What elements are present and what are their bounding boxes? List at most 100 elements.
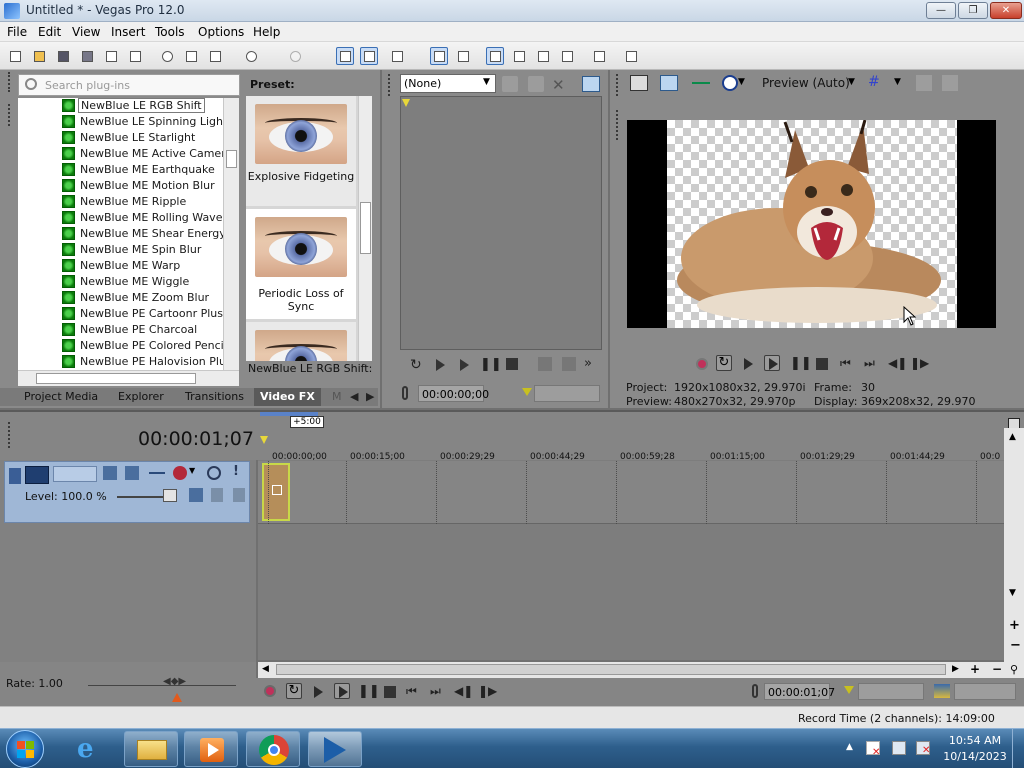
maximize-button[interactable]: ❐ xyxy=(958,2,988,19)
play-from-start-icon[interactable] xyxy=(310,684,326,700)
undo-icon[interactable] xyxy=(242,47,260,65)
auto-ripple-icon[interactable] xyxy=(430,47,448,65)
menu-view[interactable]: View xyxy=(72,25,100,39)
stop-icon[interactable] xyxy=(506,358,518,370)
save-icon[interactable] xyxy=(54,47,72,65)
lock-envelopes-icon[interactable] xyxy=(454,47,472,65)
menu-edit[interactable]: Edit xyxy=(38,25,61,39)
mute-icon[interactable] xyxy=(207,466,221,480)
plugin-tree-item[interactable]: NewBlue LE Starlight xyxy=(18,130,223,146)
plugin-tree-item[interactable]: NewBlue PE Colored Pencil xyxy=(18,338,223,354)
record-icon[interactable] xyxy=(264,685,276,697)
solo-icon[interactable]: ! xyxy=(233,464,239,479)
plugin-tree-item[interactable]: NewBlue PE Charcoal xyxy=(18,322,223,338)
zoom-in-h-icon[interactable]: + xyxy=(970,662,980,676)
overlays-icon[interactable]: # xyxy=(868,74,880,90)
plugin-tree-item[interactable]: NewBlue ME Zoom Blur xyxy=(18,290,223,306)
rate-slider[interactable] xyxy=(88,685,236,686)
cut-icon[interactable] xyxy=(158,47,176,65)
loop-playback-button[interactable]: ↻ xyxy=(716,355,732,371)
pause-icon[interactable]: ❚❚ xyxy=(358,684,380,700)
tab-more[interactable]: M xyxy=(332,390,342,403)
tab-explorer[interactable]: Explorer xyxy=(118,390,164,403)
play-from-start-icon[interactable] xyxy=(432,357,448,373)
media-player-taskbar-icon[interactable] xyxy=(184,731,238,767)
monitor-icon[interactable] xyxy=(582,76,600,92)
trimmer-dropdown[interactable]: (None) ▼ xyxy=(400,74,496,93)
track-envelope-icon[interactable] xyxy=(149,472,165,486)
mark-in-icon[interactable] xyxy=(538,357,552,371)
plugin-tree-item[interactable]: NewBlue ME Ripple xyxy=(18,194,223,210)
play-button[interactable] xyxy=(334,683,350,699)
add-to-trimmer-icon[interactable] xyxy=(502,76,518,92)
go-to-start-icon[interactable]: ⏮ xyxy=(840,356,856,372)
internet-explorer-taskbar-icon[interactable]: e xyxy=(64,731,118,767)
plugin-tree-item[interactable]: NewBlue LE Spinning Light xyxy=(18,114,223,130)
scroll-right-icon[interactable]: ▶ xyxy=(952,664,959,674)
scroll-down-icon[interactable]: ▼ xyxy=(1009,588,1016,598)
clock-date[interactable]: 10/14/2023 xyxy=(940,750,1010,763)
plugin-tree-scrollbar[interactable] xyxy=(223,98,239,370)
pause-icon[interactable]: ❚❚ xyxy=(790,356,812,372)
video-event-clip[interactable] xyxy=(262,463,290,521)
auto-crossfade-icon[interactable] xyxy=(510,47,528,65)
minimize-button[interactable]: — xyxy=(926,2,956,19)
plugin-tree-item[interactable]: NewBlue ME Wiggle xyxy=(18,274,223,290)
tab-project-media[interactable]: Project Media xyxy=(24,390,98,403)
track-fx-icon[interactable] xyxy=(173,466,187,480)
plugin-tree-item[interactable]: NewBlue ME Motion Blur xyxy=(18,178,223,194)
zoom-out-h-icon[interactable]: − xyxy=(992,662,1002,676)
track-minimize-icon[interactable] xyxy=(9,468,21,484)
network-icon[interactable] xyxy=(892,741,906,755)
tab-transitions[interactable]: Transitions xyxy=(185,390,244,403)
selection-tool-icon[interactable] xyxy=(388,47,406,65)
play-button[interactable] xyxy=(764,355,780,371)
record-icon[interactable] xyxy=(696,358,708,370)
external-monitor-icon[interactable] xyxy=(660,75,678,91)
event-pan-crop-icon[interactable] xyxy=(272,485,282,495)
preset-list[interactable]: Explosive Fidgeting Periodic Loss of Syn… xyxy=(246,96,358,361)
menu-tools[interactable]: Tools xyxy=(155,25,185,39)
preview-quality-dropdown[interactable]: Preview (Auto) xyxy=(762,76,850,90)
pin-icon[interactable] xyxy=(528,76,544,92)
timeline-hscrollbar[interactable]: ◀ ▶ + − ⚲ xyxy=(258,662,1024,678)
properties-icon[interactable] xyxy=(126,47,144,65)
save-snapshot-icon[interactable] xyxy=(942,75,958,91)
scroll-up-icon[interactable]: ▲ xyxy=(1009,432,1016,442)
normal-edit-tool-icon[interactable] xyxy=(336,47,354,65)
paste-icon[interactable] xyxy=(206,47,224,65)
go-to-end-icon[interactable]: ⏭ xyxy=(864,356,880,372)
parent-track-icon[interactable] xyxy=(211,488,223,502)
rate-slider-handle[interactable]: ◀◆▶ xyxy=(163,676,186,687)
chevron-down-icon[interactable]: ▼ xyxy=(894,77,901,87)
new-icon[interactable] xyxy=(6,47,24,65)
save-as-icon[interactable] xyxy=(78,47,96,65)
track-name-field[interactable] xyxy=(53,466,97,482)
zoom-tool-icon[interactable]: ⚲ xyxy=(1010,663,1018,676)
video-track-header[interactable]: ▼ ! Level: 100.0 % xyxy=(4,461,250,523)
plugin-tree-item[interactable]: NewBlue ME Rolling Waves xyxy=(18,210,223,226)
preset-item[interactable]: Explosive Fidgeting xyxy=(246,96,356,206)
plugin-tree-item[interactable]: NewBlue ME Spin Blur xyxy=(18,242,223,258)
go-to-start-icon[interactable]: ⏮ xyxy=(406,684,422,700)
timeline-vscrollbar[interactable]: ▲ ▼ + − xyxy=(1004,428,1024,662)
remove-icon[interactable]: ✕ xyxy=(552,76,565,94)
trimmer-view[interactable] xyxy=(400,96,602,350)
loop-icon[interactable]: ↻ xyxy=(410,357,426,373)
play-from-start-icon[interactable] xyxy=(740,356,756,372)
plugin-tree-item[interactable]: NewBlue PE Halovision Plus xyxy=(18,354,223,370)
tab-scroll-right-icon[interactable]: ▶ xyxy=(366,390,374,403)
plugin-tree[interactable]: NewBlue LE RGB Shift NewBlue LE Spinning … xyxy=(18,98,223,370)
video-track-row[interactable] xyxy=(258,461,1004,524)
redo-icon[interactable] xyxy=(286,47,304,65)
show-desktop-button[interactable] xyxy=(1012,729,1024,768)
envelope-edit-tool-icon[interactable] xyxy=(360,47,378,65)
track-compositing-icon[interactable] xyxy=(125,466,139,480)
preview-fx-icon[interactable] xyxy=(722,75,738,91)
level-slider-handle[interactable] xyxy=(163,489,177,502)
snapshot-icon[interactable] xyxy=(934,684,950,698)
chrome-taskbar-icon[interactable] xyxy=(246,731,300,767)
start-button[interactable] xyxy=(6,730,44,768)
mark-out-icon[interactable] xyxy=(562,357,576,371)
stop-icon[interactable] xyxy=(384,686,396,698)
